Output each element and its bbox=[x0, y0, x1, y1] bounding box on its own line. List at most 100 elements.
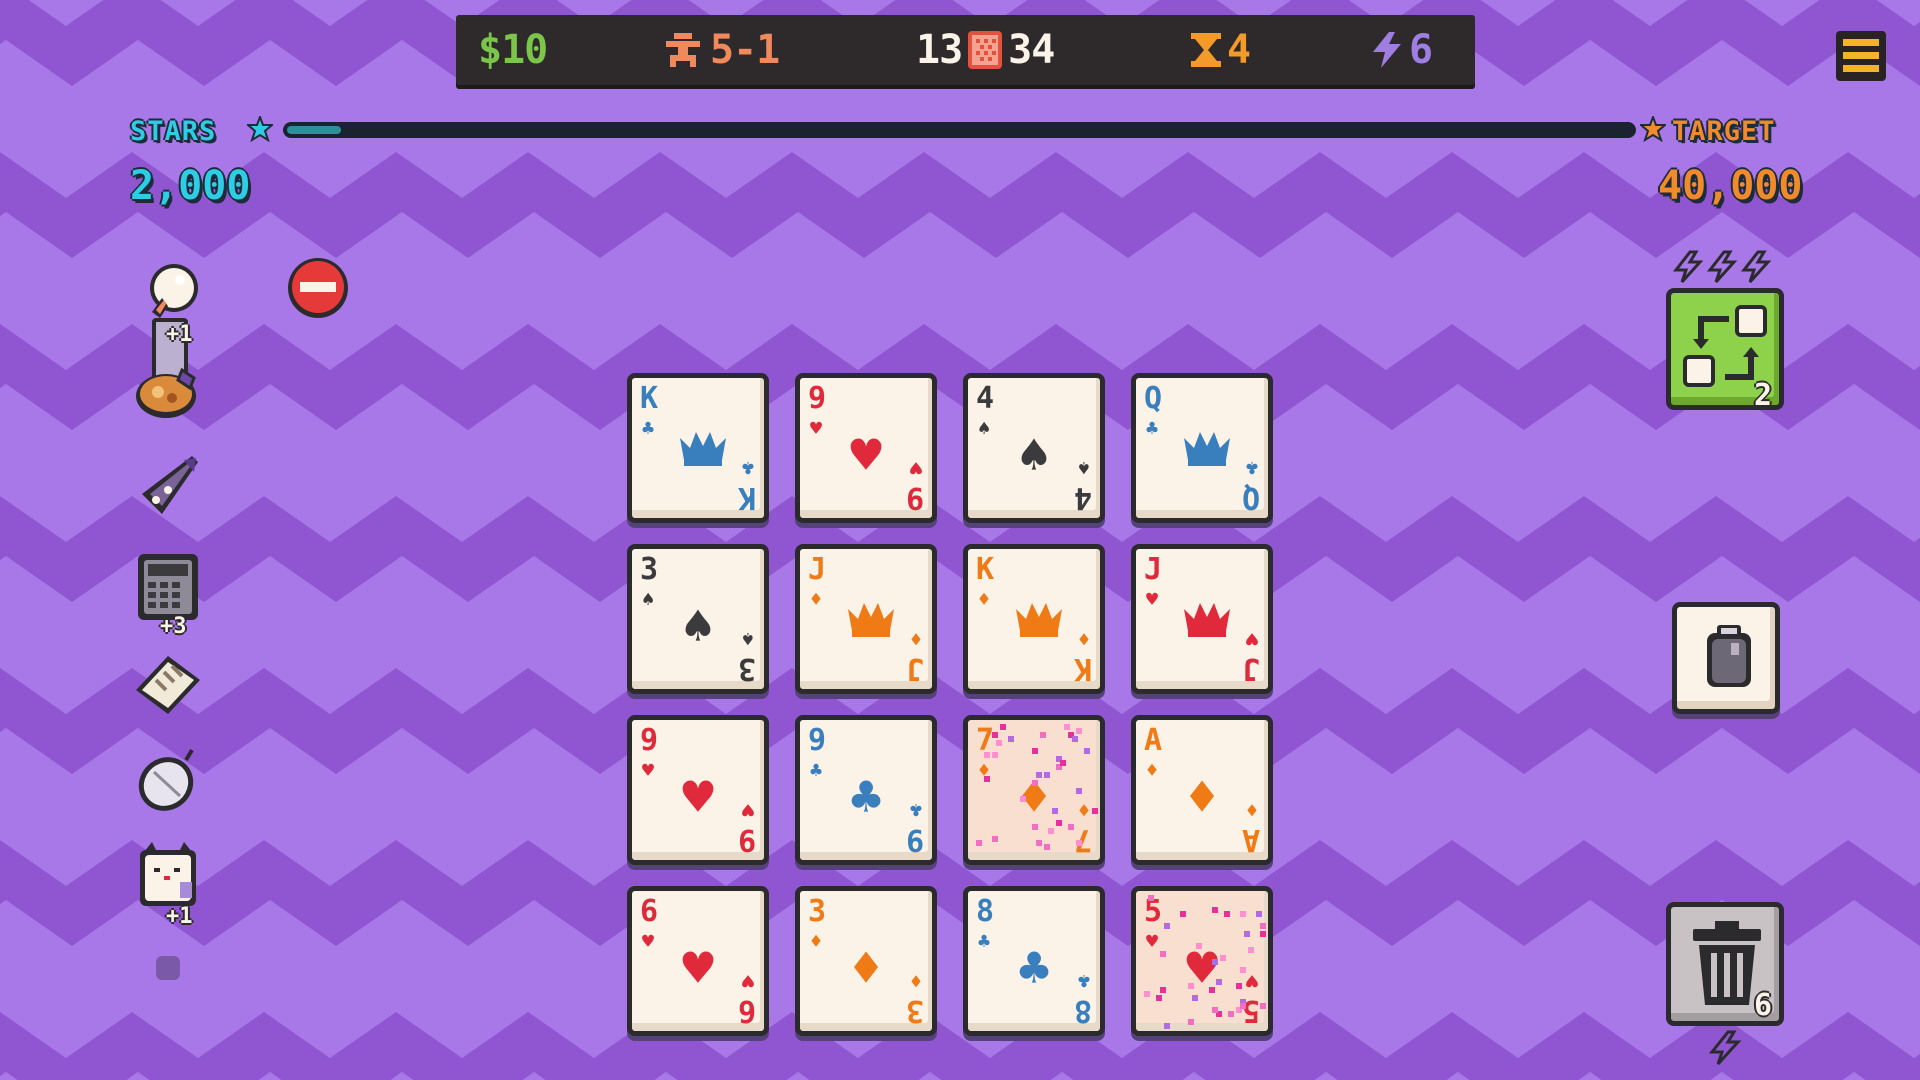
card-rank-bottom: A bbox=[1241, 822, 1260, 857]
sparkle-particle bbox=[976, 840, 982, 846]
bread-icon[interactable] bbox=[132, 650, 204, 720]
playing-card[interactable]: K ♣ ♣ K bbox=[627, 373, 769, 523]
zigzag-background bbox=[0, 0, 1920, 1080]
diamond-icon: ♦ bbox=[1245, 798, 1258, 822]
top-status-bar: $10 5-1 13 34 4 6 bbox=[456, 15, 1475, 85]
sparkle-particle bbox=[1196, 943, 1202, 949]
playing-card[interactable]: 3 ♦ ♦ ♦ 3 bbox=[795, 886, 937, 1036]
card-rank-bottom: K bbox=[737, 480, 756, 515]
sparkle-particle bbox=[1228, 1011, 1234, 1017]
sparkle-particle bbox=[1092, 808, 1098, 814]
sparkle-particle bbox=[1044, 772, 1050, 778]
target-value: 40,000 bbox=[1658, 163, 1803, 209]
sparkle-particle bbox=[1216, 979, 1222, 985]
item-button[interactable] bbox=[1672, 602, 1780, 714]
mouse-icon[interactable] bbox=[132, 744, 204, 816]
empty-slot-dot bbox=[156, 956, 180, 980]
sparkle-particle bbox=[1260, 931, 1266, 937]
heart-icon: ♥ bbox=[741, 798, 754, 822]
sparkle-particle bbox=[1052, 808, 1058, 814]
playing-card[interactable]: 9 ♥ ♥ ♥ 9 bbox=[627, 715, 769, 865]
diamond-icon: ♦ bbox=[1077, 627, 1090, 651]
sparkle-particle bbox=[1020, 796, 1026, 802]
diamond-icon: ♦ bbox=[1077, 798, 1090, 822]
crown-icon bbox=[848, 603, 894, 637]
card-rank-bottom: 7 bbox=[1073, 822, 1092, 857]
rocket-icon[interactable] bbox=[132, 452, 204, 524]
sparkle-particle bbox=[1220, 955, 1226, 961]
card-rank: K bbox=[976, 552, 995, 587]
playing-card[interactable]: 6 ♥ ♥ ♥ 6 bbox=[627, 886, 769, 1036]
sparkle-particle bbox=[1032, 824, 1038, 830]
playing-card[interactable]: J ♥ ♥ J bbox=[1131, 544, 1273, 694]
card-rank: Q bbox=[1144, 381, 1163, 416]
star-icon bbox=[247, 116, 273, 142]
stage-display: 5-1 bbox=[666, 15, 780, 85]
sparkle-particle bbox=[1212, 1007, 1218, 1013]
sparkle-particle bbox=[1040, 732, 1046, 738]
no-entry-icon[interactable] bbox=[286, 256, 350, 320]
sparkle-particle bbox=[1188, 983, 1194, 989]
jar-icon bbox=[1707, 625, 1751, 687]
card-rank: 9 bbox=[808, 723, 827, 758]
card-rank-bottom: J bbox=[905, 651, 924, 686]
hands-display: 4 bbox=[1191, 15, 1251, 85]
card-rank: 8 bbox=[976, 894, 995, 929]
diamond-icon: ♦ bbox=[978, 587, 991, 611]
sparkle-particle bbox=[1036, 840, 1042, 846]
playing-card[interactable]: 5 ♥ ♥ ♥ 5 bbox=[1131, 886, 1273, 1036]
playing-card[interactable]: K ♦ ♦ K bbox=[963, 544, 1105, 694]
card-rank-bottom: 9 bbox=[905, 480, 924, 515]
card-rank-bottom: K bbox=[1073, 651, 1092, 686]
playing-card[interactable]: J ♦ ♦ J bbox=[795, 544, 937, 694]
playing-card[interactable]: Q ♣ ♣ Q bbox=[1131, 373, 1273, 523]
sparkle-particle bbox=[1056, 820, 1062, 826]
lucky-cat-icon[interactable] bbox=[136, 842, 200, 908]
sparkle-particle bbox=[1032, 748, 1038, 754]
stage-value: 5-1 bbox=[710, 27, 780, 73]
sparkle-particle bbox=[1212, 907, 1218, 913]
sparkle-particle bbox=[984, 752, 990, 758]
card-rank: 9 bbox=[640, 723, 659, 758]
playing-card[interactable]: 9 ♥ ♥ ♥ 9 bbox=[795, 373, 937, 523]
sparkle-particle bbox=[1064, 724, 1070, 730]
sparkle-particle bbox=[1209, 987, 1215, 993]
sparkle-particle bbox=[1212, 959, 1218, 965]
playing-card[interactable]: 9 ♣ ♣ ♣ 9 bbox=[795, 715, 937, 865]
sparkle-particle bbox=[992, 732, 998, 738]
heart-icon: ♥ bbox=[1245, 627, 1258, 651]
sparkle-particle bbox=[1076, 840, 1082, 846]
playing-card[interactable]: 3 ♠ ♠ ♠ 3 bbox=[627, 544, 769, 694]
diamond-icon: ♦ bbox=[909, 969, 922, 993]
card-rank: J bbox=[808, 552, 827, 587]
score-progress-bar bbox=[283, 122, 1636, 138]
card-rank-bottom: 3 bbox=[905, 993, 924, 1028]
heart-icon: ♥ bbox=[1245, 969, 1258, 993]
playing-card[interactable]: 4 ♠ ♠ ♠ 4 bbox=[963, 373, 1105, 523]
card-rank-bottom: 6 bbox=[737, 993, 756, 1028]
playing-card[interactable]: 8 ♣ ♣ ♣ 8 bbox=[963, 886, 1105, 1036]
playing-card[interactable]: A ♦ ♦ ♦ A bbox=[1131, 715, 1273, 865]
sparkle-particle bbox=[1164, 1023, 1170, 1029]
sparkle-particle bbox=[1076, 728, 1082, 734]
score-progress-fill bbox=[287, 126, 341, 134]
heart-icon: ♥ bbox=[741, 969, 754, 993]
sparkle-particle bbox=[1224, 911, 1230, 917]
sparkle-particle bbox=[1032, 780, 1038, 786]
calculator-icon[interactable] bbox=[136, 552, 200, 622]
playing-card[interactable]: 7 ♦ ♦ ♦ 7 bbox=[963, 715, 1105, 865]
card-rank: 6 bbox=[640, 894, 659, 929]
sparkle-particle bbox=[1236, 983, 1242, 989]
menu-button[interactable] bbox=[1836, 31, 1886, 81]
item-badge: +1 bbox=[166, 322, 193, 347]
club-icon: ♣ bbox=[1146, 416, 1159, 440]
menu-line-icon bbox=[1843, 39, 1879, 46]
sparkle-particle bbox=[1068, 824, 1074, 830]
trash-energy-cost bbox=[1708, 1030, 1742, 1066]
swap-energy-cost bbox=[1672, 250, 1772, 284]
menu-line-icon bbox=[1843, 52, 1879, 59]
sparkle-particle bbox=[1144, 991, 1150, 997]
pastry-icon[interactable] bbox=[132, 364, 204, 424]
sparkle-particle bbox=[1036, 772, 1042, 778]
club-icon: ♣ bbox=[1077, 969, 1090, 993]
